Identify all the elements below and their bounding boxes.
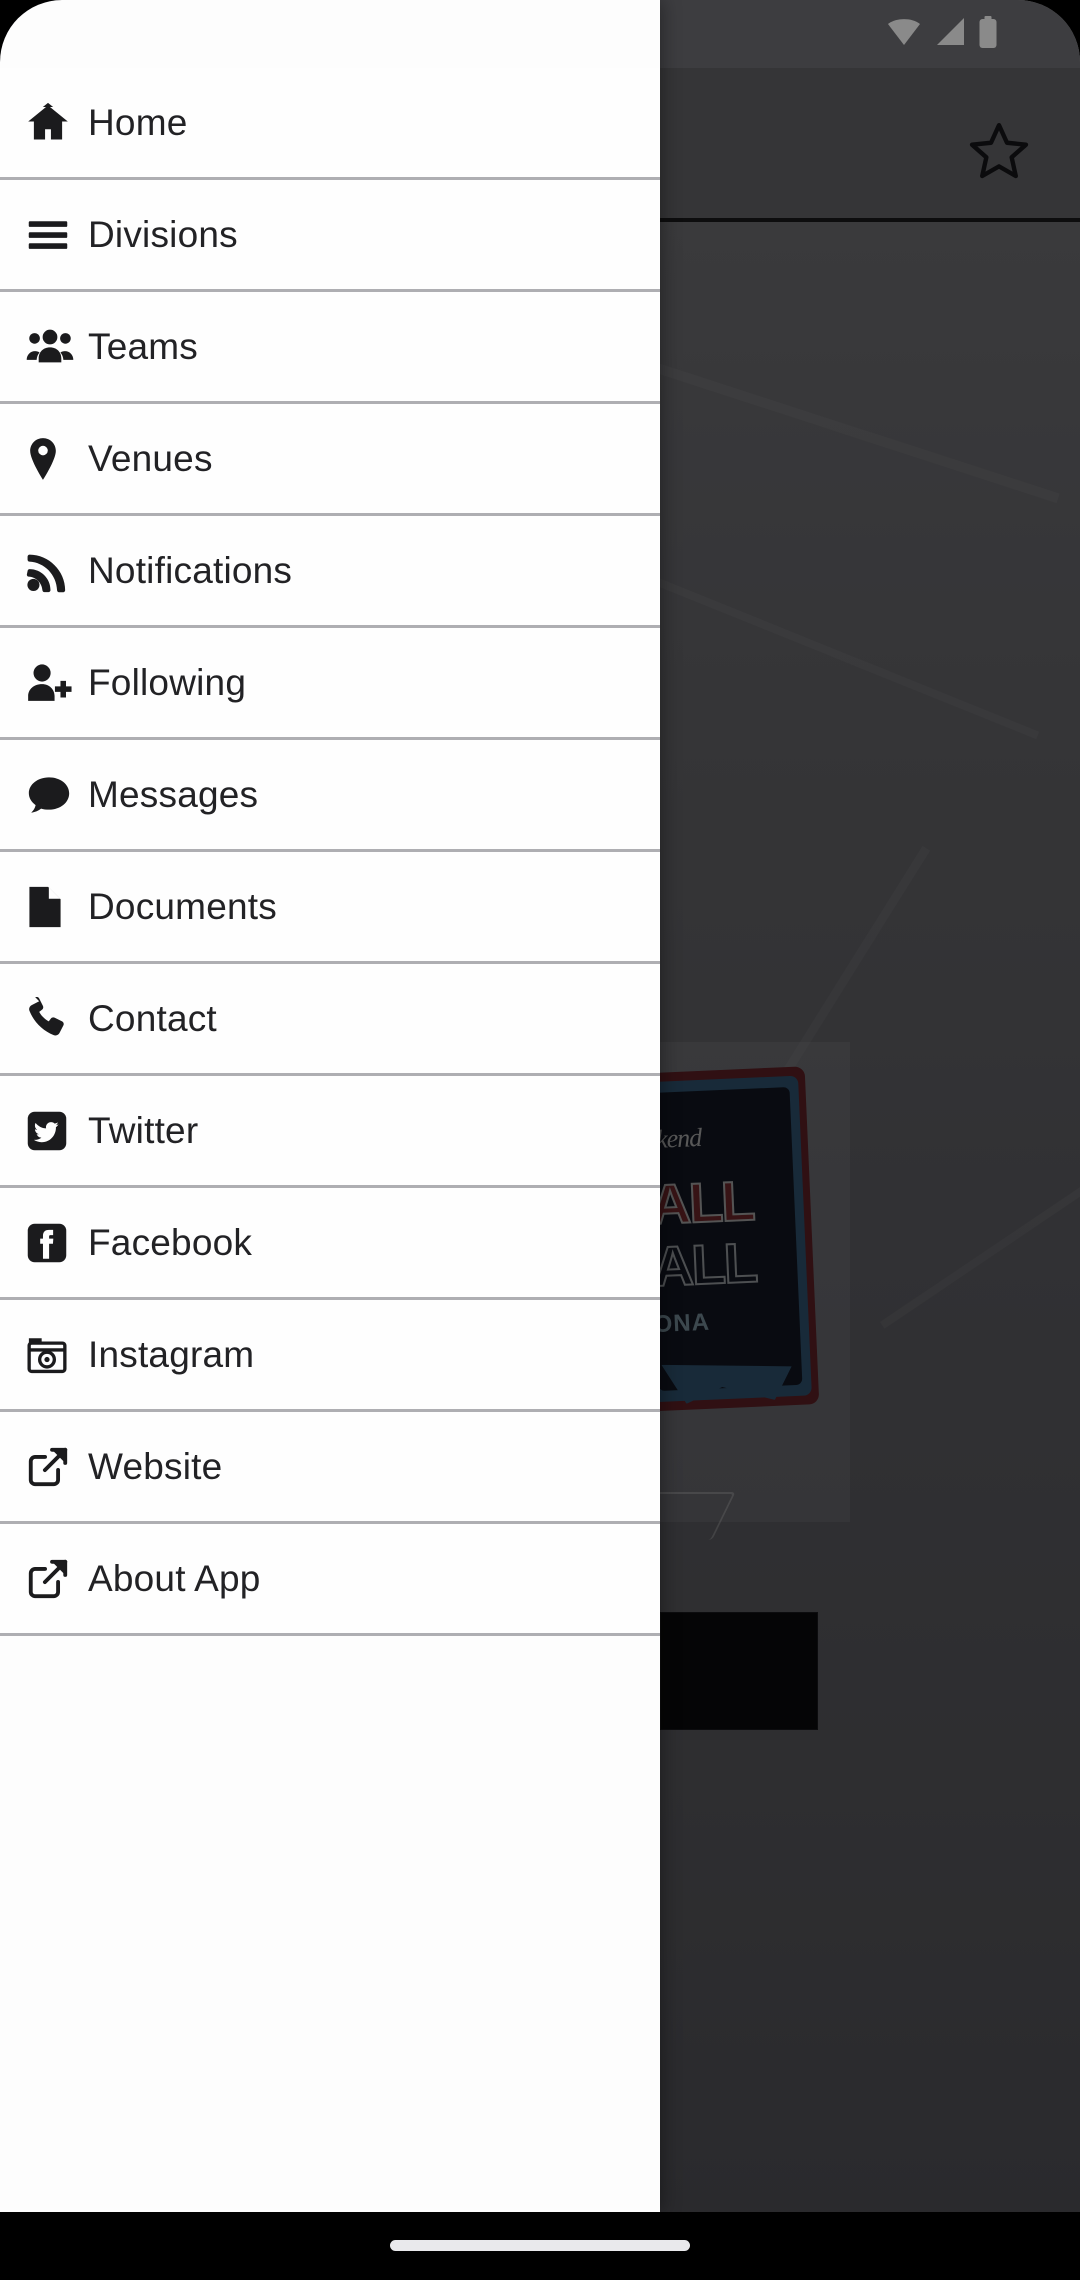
rss-feed-icon bbox=[26, 549, 88, 593]
drawer-item-label: Contact bbox=[88, 998, 217, 1039]
file-document-icon bbox=[26, 885, 88, 929]
drawer-item-label: Following bbox=[88, 662, 247, 703]
drawer-item-label: Notifications bbox=[88, 550, 293, 591]
drawer-item-messages[interactable]: Messages bbox=[0, 740, 660, 852]
drawer-item-label: Teams bbox=[88, 326, 198, 367]
comment-bubble-icon bbox=[26, 773, 88, 817]
drawer-item-home[interactable]: Home bbox=[0, 68, 660, 180]
drawer-item-instagram[interactable]: Instagram bbox=[0, 1300, 660, 1412]
drawer-item-label: Twitter bbox=[88, 1110, 199, 1151]
users-group-icon bbox=[26, 325, 88, 369]
list-bars-icon bbox=[26, 213, 88, 257]
user-plus-icon bbox=[26, 661, 88, 705]
drawer-item-label: Home bbox=[88, 102, 188, 143]
drawer-item-website[interactable]: Website bbox=[0, 1412, 660, 1524]
drawer-item-label: About App bbox=[88, 1558, 261, 1599]
phone-screenshot: ekend ALL ALL ONA Home Divisions Teams V… bbox=[0, 0, 1080, 2280]
system-navigation-bar bbox=[0, 2212, 1080, 2280]
map-pin-icon bbox=[26, 437, 88, 481]
external-link-icon bbox=[26, 1557, 88, 1601]
drawer-item-label: Venues bbox=[88, 438, 213, 479]
drawer-item-divisions[interactable]: Divisions bbox=[0, 180, 660, 292]
drawer-item-notifications[interactable]: Notifications bbox=[0, 516, 660, 628]
drawer-item-label: Divisions bbox=[88, 214, 238, 255]
instagram-camera-icon bbox=[26, 1334, 88, 1376]
home-gesture-pill[interactable] bbox=[390, 2240, 690, 2251]
drawer-item-teams[interactable]: Teams bbox=[0, 292, 660, 404]
drawer-item-label: Facebook bbox=[88, 1222, 253, 1263]
drawer-item-contact[interactable]: Contact bbox=[0, 964, 660, 1076]
drawer-item-twitter[interactable]: Twitter bbox=[0, 1076, 660, 1188]
drawer-item-venues[interactable]: Venues bbox=[0, 404, 660, 516]
drawer-item-label: Instagram bbox=[88, 1334, 255, 1375]
drawer-item-following[interactable]: Following bbox=[0, 628, 660, 740]
drawer-item-documents[interactable]: Documents bbox=[0, 852, 660, 964]
drawer-item-label: Documents bbox=[88, 886, 277, 927]
home-icon bbox=[26, 101, 88, 145]
facebook-square-icon bbox=[26, 1222, 88, 1264]
phone-icon bbox=[26, 996, 88, 1041]
drawer-item-list: Home Divisions Teams Venues Notifications Fol… bbox=[0, 68, 660, 1636]
device-screen: ekend ALL ALL ONA Home Divisions Teams V… bbox=[0, 0, 1080, 2212]
twitter-square-icon bbox=[26, 1110, 88, 1152]
drawer-item-label: Messages bbox=[88, 774, 259, 815]
navigation-drawer: Home Divisions Teams Venues Notifications Fol… bbox=[0, 0, 660, 2212]
drawer-item-about-app[interactable]: About App bbox=[0, 1524, 660, 1636]
drawer-item-label: Website bbox=[88, 1446, 223, 1487]
drawer-item-facebook[interactable]: Facebook bbox=[0, 1188, 660, 1300]
external-link-icon bbox=[26, 1445, 88, 1489]
